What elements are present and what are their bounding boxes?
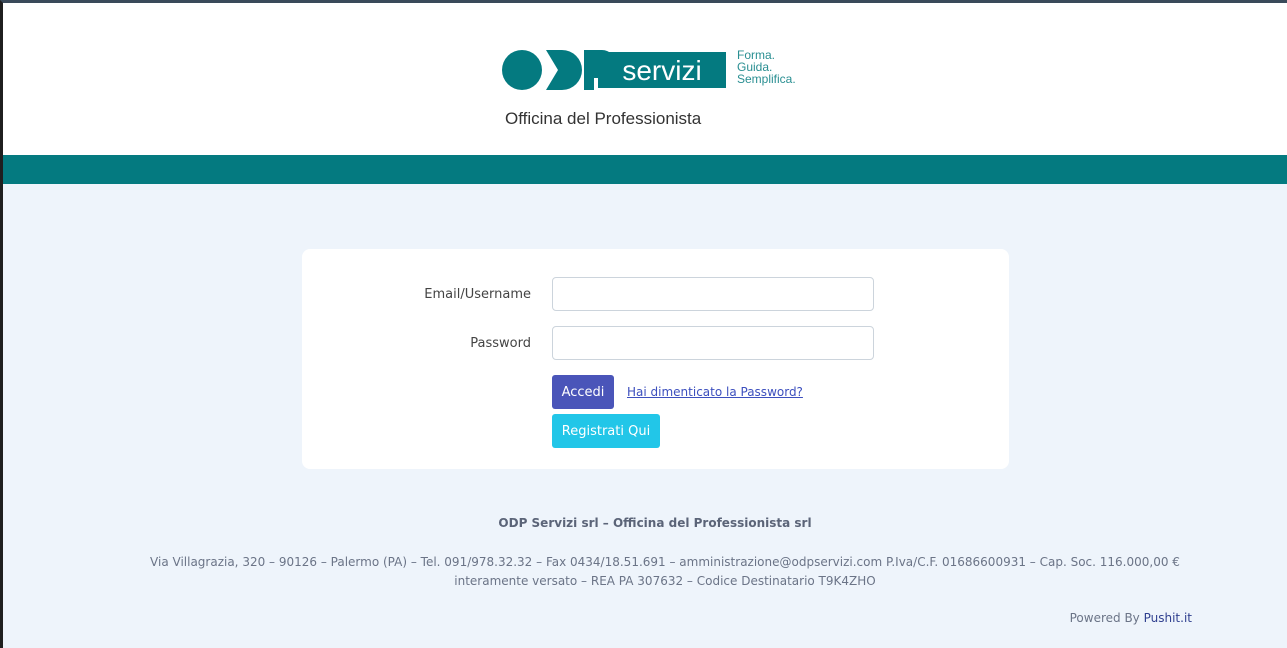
footer-company: ODP Servizi srl – Officina del Professio… [498, 516, 812, 530]
logo-subtitle: Officina del Professionista [505, 109, 702, 128]
powered-brand-link[interactable]: Pushit.it [1144, 611, 1192, 625]
login-button[interactable]: Accedi [552, 375, 614, 409]
tagline-line-3: Semplifica. [737, 72, 796, 86]
logo-servizi-word: servizi [622, 55, 701, 86]
footer-address: Via Villagrazia, 320 – 90126 – Palermo (… [150, 555, 1180, 588]
odp-servizi-logo[interactable]: servizi Forma. Guida. Semplifica. Offici… [500, 46, 830, 136]
email-label: Email/Username [424, 287, 531, 302]
password-field[interactable] [552, 326, 874, 360]
password-label: Password [470, 336, 531, 351]
logo-tagline: Forma. Guida. Semplifica. [737, 49, 796, 85]
powered-by: Powered By Pushit.it [1070, 611, 1192, 625]
email-field[interactable] [552, 277, 874, 311]
login-card: Email/Username Password Accedi Hai dimen… [302, 249, 1009, 469]
header-band [3, 155, 1287, 184]
forgot-password-link[interactable]: Hai dimenticato la Password? [627, 385, 803, 399]
svg-text:servizi: servizi [622, 55, 701, 86]
powered-prefix: Powered By [1069, 611, 1140, 625]
site-header: servizi Forma. Guida. Semplifica. Offici… [3, 3, 1287, 155]
register-button[interactable]: Registrati Qui [552, 414, 660, 448]
